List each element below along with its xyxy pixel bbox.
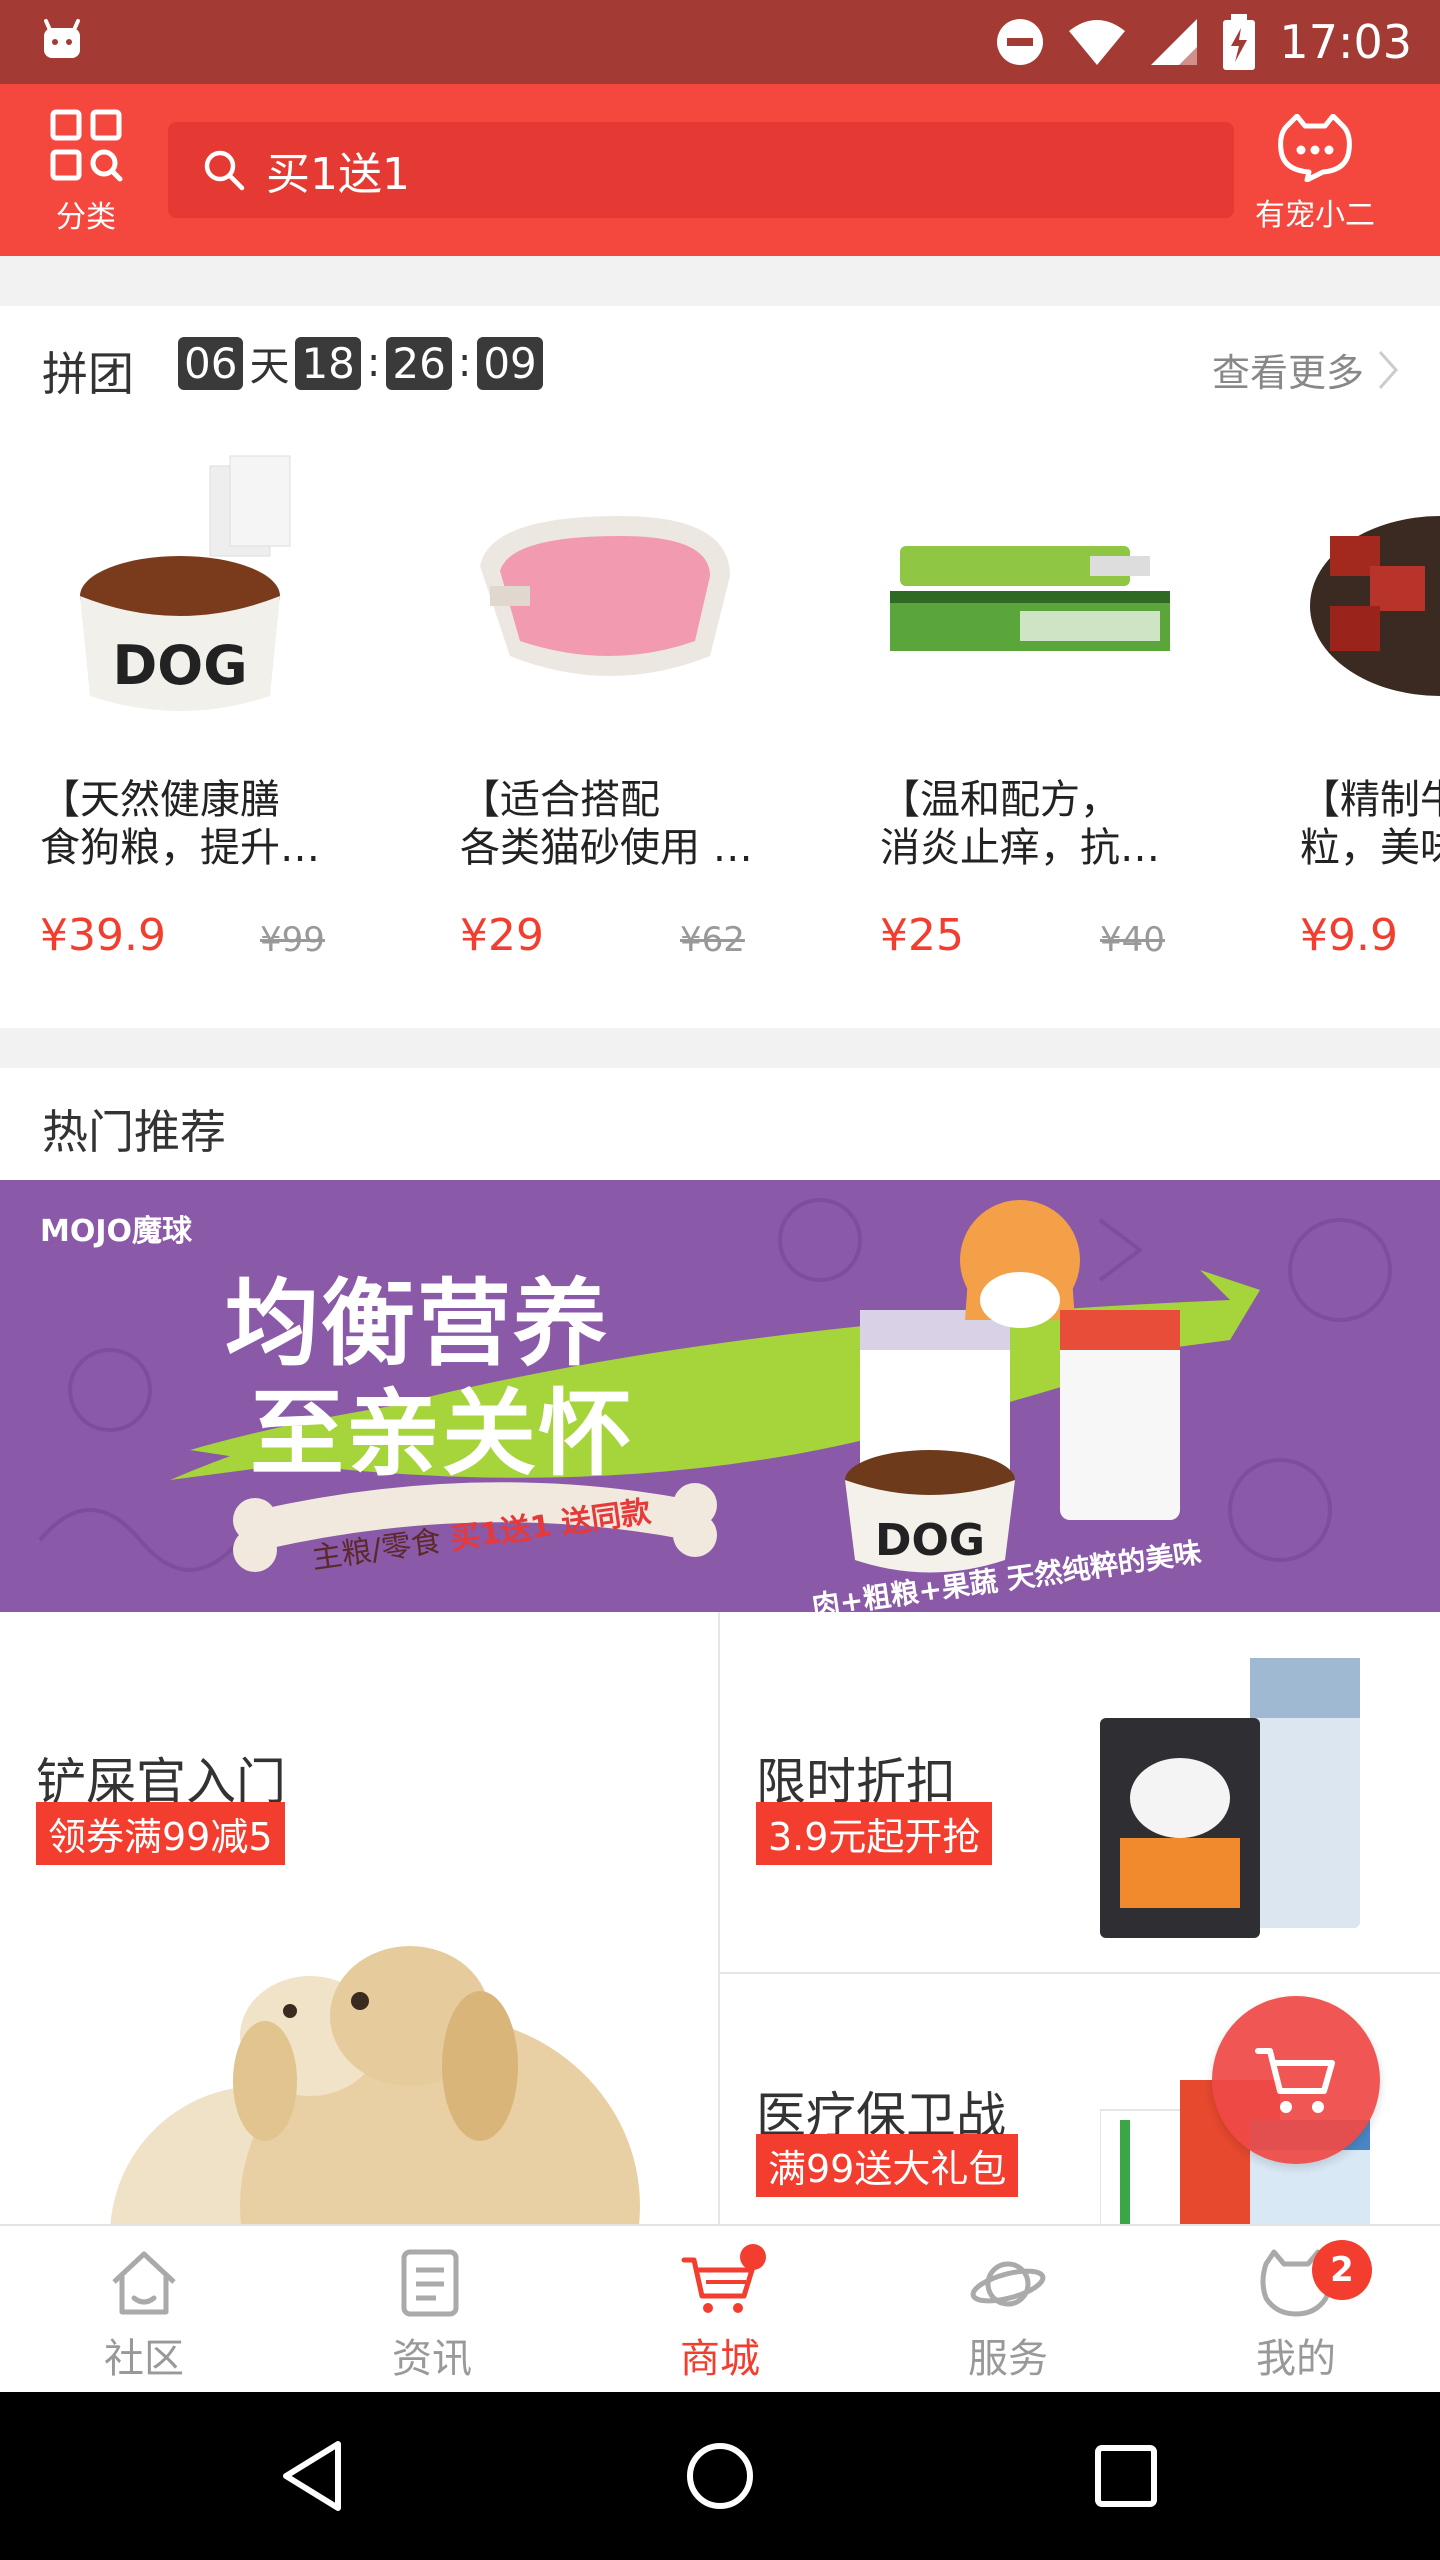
promo-cell-beginner[interactable]: 铲屎官入门 领券满99减5 [0, 1612, 718, 2226]
do-not-disturb-icon [997, 19, 1044, 65]
countdown-minutes: 26 [386, 336, 452, 390]
floating-cart-button[interactable] [1212, 1996, 1380, 2164]
battery-icon [1223, 14, 1256, 70]
countdown-separator: : [457, 340, 472, 386]
customer-service-label: 有宠小二 [1255, 198, 1375, 233]
countdown-separator: : [366, 340, 381, 386]
countdown-timer: 06 天 18 : 26 : 09 [178, 334, 543, 392]
top-header: 分类 买1送1 有宠小二 [0, 84, 1440, 256]
product-card[interactable]: DOG 【天然健康膳 食狗粮，提升… ¥39.9 ¥99 [40, 446, 340, 1006]
news-icon [401, 2249, 459, 2317]
category-button[interactable]: 分类 [30, 108, 142, 238]
product-card[interactable]: 【适合搭配 各类猫砂使用 … ¥29 ¥62 [460, 446, 760, 1006]
tab-community[interactable]: 社区 [0, 2226, 288, 2394]
tab-news[interactable]: 资讯 [288, 2226, 576, 2394]
product-name: 【温和配方， 消炎止痒，抗… [880, 777, 1160, 871]
chevron-right-icon [1378, 350, 1399, 389]
product-price: ¥39.9 [40, 910, 166, 961]
product-price: ¥25 [880, 910, 964, 961]
golden-retriever-image [110, 1946, 640, 2226]
home-icon [112, 2251, 176, 2315]
banner-headline-2: 至亲关怀 [250, 1380, 635, 1489]
tab-service[interactable]: 服务 [864, 2226, 1152, 2394]
home-circle-icon[interactable] [680, 2436, 760, 2516]
category-grid-icon [50, 109, 123, 182]
tab-mine[interactable]: 2 我的 [1152, 2226, 1440, 2394]
back-icon[interactable] [276, 2436, 356, 2516]
countdown-days: 06 [178, 336, 244, 390]
search-placeholder: 买1送1 [266, 149, 410, 200]
countdown-days-unit: 天 [249, 344, 290, 390]
product-original-price: ¥99 [260, 920, 325, 960]
new-dot-indicator [740, 2244, 766, 2270]
planet-icon [970, 2261, 1046, 2307]
hot-recommend-header: 热门推荐 [0, 1068, 1440, 1180]
promo-cell-flash-sale[interactable]: 限时折扣 3.9元起开抢 [720, 1612, 1440, 1972]
group-buy-section: 拼团 06 天 18 : 26 : 09 查看更多 DOG 【天然健康膳 食狗粮… [0, 306, 1440, 1028]
customer-service-button[interactable]: 有宠小二 [1230, 113, 1400, 244]
group-buy-product-list: DOG 【天然健康膳 食狗粮，提升… ¥39.9 ¥99 【适合搭配 各类猫砂使… [0, 446, 1440, 1006]
wifi-icon [1069, 20, 1126, 65]
notification-badge: 2 [1312, 2240, 1372, 2300]
product-original-price: ¥62 [680, 920, 745, 960]
product-price: ¥9.9 [1300, 910, 1398, 961]
android-notification-icon [44, 19, 80, 58]
promo-banner[interactable]: DOG MOJO魔球 均衡营养 至亲关怀 主粮/零食 买1送1 送同款 肉+粗粮… [0, 1180, 1440, 1612]
view-more-link[interactable]: 查看更多 [1212, 342, 1400, 397]
view-more-label: 查看更多 [1211, 351, 1364, 395]
svg-text:DOG: DOG [875, 1515, 985, 1566]
search-icon [204, 150, 245, 191]
hot-recommend-title: 热门推荐 [42, 1105, 226, 1159]
cart-icon [1255, 2048, 1335, 2113]
tab-label: 我的 [1256, 2336, 1336, 2382]
countdown-hours: 18 [295, 336, 361, 390]
bottom-tab-bar: 社区 资讯 商城 服务 2 我的 [0, 2224, 1440, 2392]
promo-cell-badge: 满99送大礼包 [756, 2134, 1019, 2197]
promo-cell-badge: 3.9元起开抢 [756, 1802, 993, 1865]
group-buy-title: 拼团 [42, 347, 134, 401]
category-label: 分类 [56, 200, 116, 235]
system-navigation-bar [0, 2392, 1440, 2560]
banner-brand: MOJO魔球 [40, 1214, 193, 1249]
category-promo-grid: 铲屎官入门 领券满99减5 限时折扣 3.9元起开抢 医疗保卫战 满99送大礼包 [0, 1612, 1440, 2226]
clock: 17:03 [1279, 15, 1412, 69]
svg-text:DOG: DOG [112, 634, 247, 697]
product-image-beef-jerky [1300, 446, 1440, 746]
tab-label: 资讯 [392, 2336, 472, 2382]
product-image-ointment [880, 446, 1180, 746]
tab-mall[interactable]: 商城 [576, 2226, 864, 2394]
product-card[interactable]: 【温和配方， 消炎止痒，抗… ¥25 ¥40 [880, 446, 1180, 1006]
tab-label: 服务 [968, 2336, 1048, 2382]
pet-food-bags-image [1100, 1658, 1360, 1938]
product-image-litter-box [460, 446, 760, 746]
search-input[interactable]: 买1送1 [168, 122, 1234, 218]
status-bar: 17:03 [0, 0, 1440, 84]
product-card[interactable]: 【精制牛 粒，美味 ¥9.9 [1300, 446, 1440, 1006]
promo-cell-badge: 领券满99减5 [36, 1802, 285, 1865]
product-original-price: ¥40 [1100, 920, 1165, 960]
tab-label: 商城 [680, 2336, 760, 2382]
countdown-seconds: 09 [477, 336, 543, 390]
tab-label: 社区 [104, 2336, 184, 2382]
cat-chat-icon [1278, 113, 1352, 183]
signal-icon [1151, 19, 1198, 65]
recents-square-icon[interactable] [1086, 2436, 1166, 2516]
product-name: 【天然健康膳 食狗粮，提升… [40, 777, 320, 871]
product-price: ¥29 [460, 910, 544, 961]
product-name: 【精制牛 粒，美味 [1300, 777, 1440, 871]
product-image-dog-food: DOG [40, 446, 340, 746]
product-name: 【适合搭配 各类猫砂使用 … [460, 777, 753, 871]
